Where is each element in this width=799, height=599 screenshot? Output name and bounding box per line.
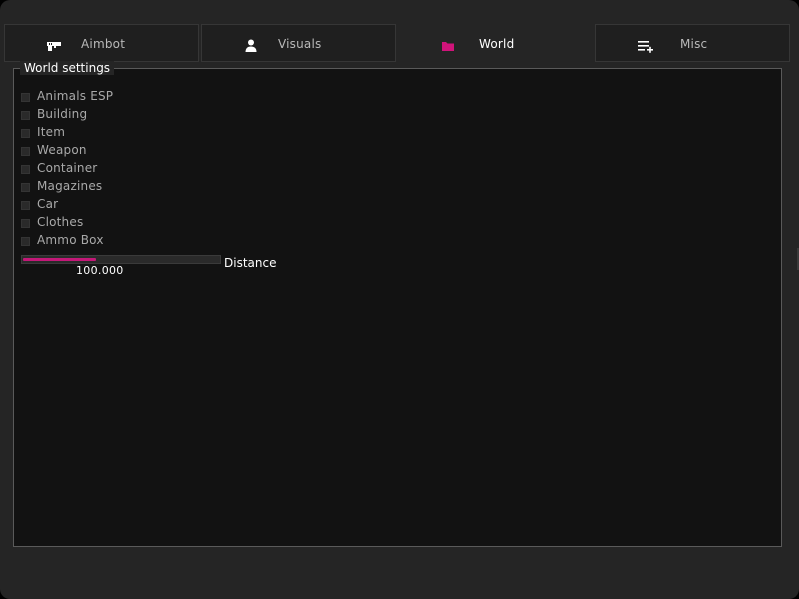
checkbox-label: Ammo Box — [37, 233, 104, 247]
tab-aimbot-label: Aimbot — [81, 37, 126, 51]
distance-slider-value: 100.000 — [76, 264, 124, 277]
checkbox-box[interactable] — [21, 237, 30, 246]
distance-slider[interactable] — [21, 255, 221, 264]
checkbox-label: Clothes — [37, 215, 84, 229]
world-settings-title: World settings — [20, 61, 115, 75]
checkbox-box[interactable] — [21, 111, 30, 120]
tab-aimbot[interactable]: Aimbot — [4, 24, 199, 62]
checkbox-box[interactable] — [21, 147, 30, 156]
checkbox-box[interactable] — [21, 93, 30, 102]
list-add-icon — [638, 38, 654, 53]
checkbox-label: Car — [37, 197, 59, 211]
checkbox-label: Animals ESP — [37, 89, 114, 103]
tab-bar: Aimbot Visuals World Misc — [4, 24, 792, 64]
checkbox-label: Magazines — [37, 179, 103, 193]
checkbox-box[interactable] — [21, 129, 30, 138]
tab-world[interactable]: World — [398, 24, 593, 62]
person-icon — [244, 38, 260, 52]
checkbox-box[interactable] — [21, 165, 30, 174]
checkbox-box[interactable] — [21, 183, 30, 192]
folder-icon — [441, 38, 457, 52]
checkbox-label: Item — [37, 125, 66, 139]
distance-slider-label: Distance — [224, 256, 277, 270]
tab-misc[interactable]: Misc — [595, 24, 790, 62]
tab-world-label: World — [479, 37, 515, 51]
checkbox-box[interactable] — [21, 201, 30, 210]
tab-visuals-label: Visuals — [278, 37, 322, 51]
app-window: Aimbot Visuals World Misc World settings… — [0, 0, 799, 599]
checkbox-box[interactable] — [21, 219, 30, 228]
checkbox-label: Weapon — [37, 143, 87, 157]
distance-slider-fill — [23, 258, 96, 261]
tab-visuals[interactable]: Visuals — [201, 24, 396, 62]
world-settings-panel: World settings Animals ESP Building Item… — [13, 61, 782, 547]
checkbox-label: Container — [37, 161, 98, 175]
gun-icon — [47, 38, 63, 52]
tab-misc-label: Misc — [680, 37, 708, 51]
checkbox-label: Building — [37, 107, 88, 121]
